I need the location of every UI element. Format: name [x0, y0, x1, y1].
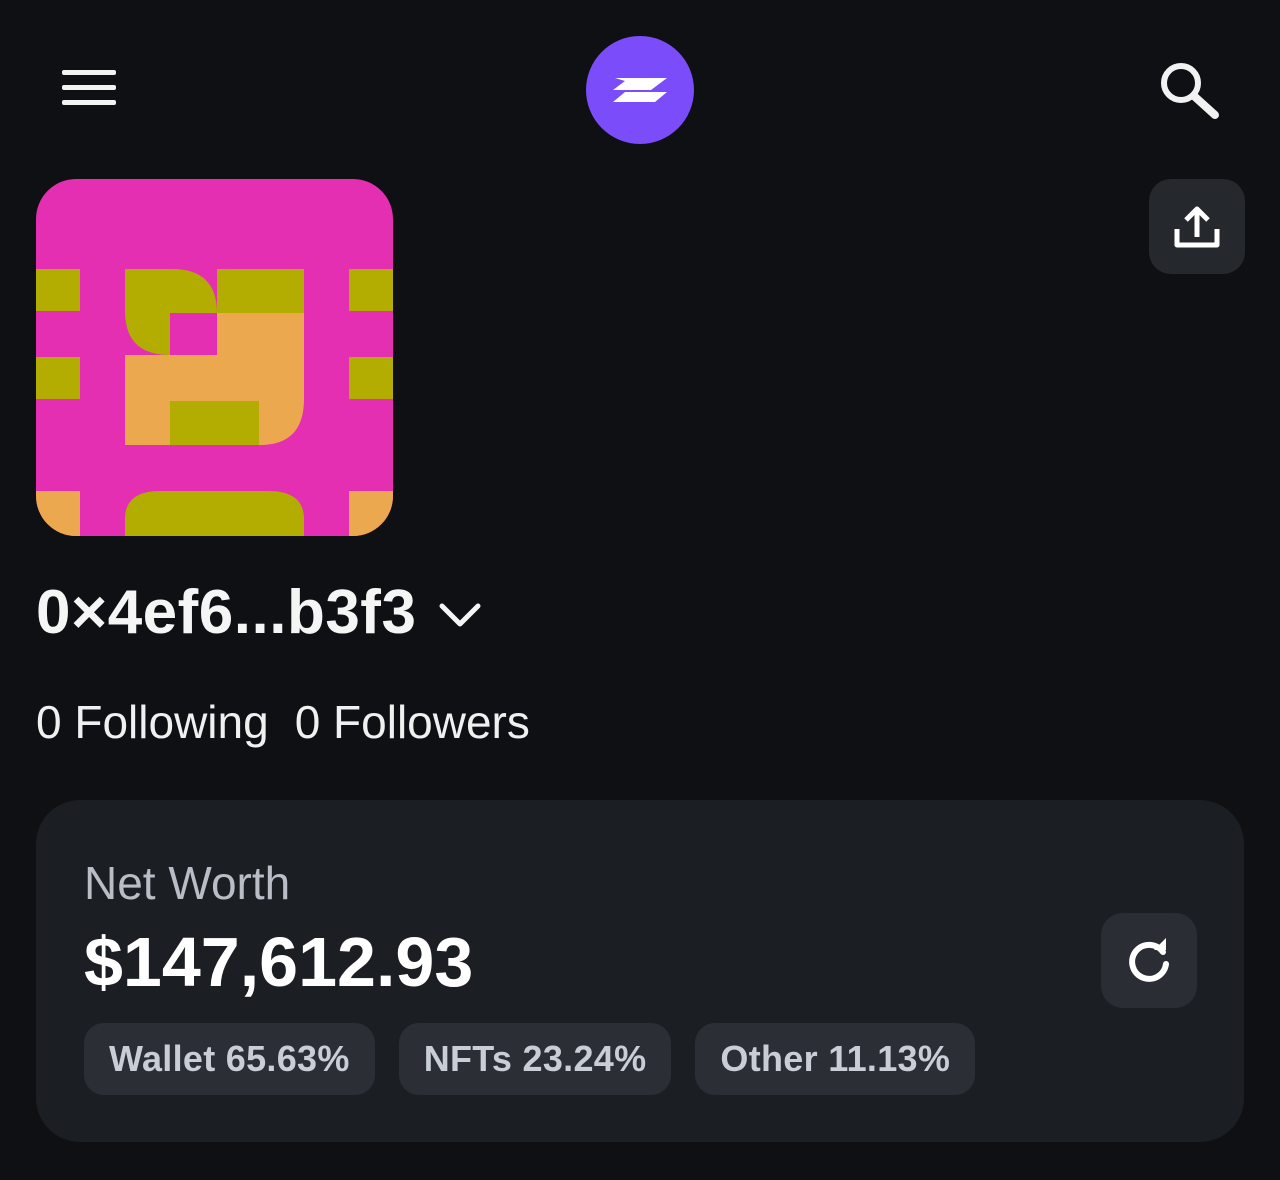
menu-icon[interactable] [58, 66, 120, 112]
chevron-down-icon [439, 603, 481, 627]
search-button[interactable] [1156, 58, 1222, 124]
profile-avatar [36, 179, 393, 536]
logo-icon [613, 78, 667, 102]
share-button[interactable] [1149, 179, 1245, 274]
breakdown-chip-wallet[interactable]: Wallet 65.63% [84, 1023, 375, 1095]
avatar-image [36, 179, 393, 536]
followers-count[interactable]: 0 Followers [295, 694, 530, 750]
refresh-button[interactable] [1101, 913, 1197, 1008]
net-worth-label: Net Worth [84, 857, 291, 909]
wallet-address-selector[interactable]: 0×4ef6...b3f3 [36, 575, 482, 651]
breakdown-chip-other[interactable]: Other 11.13% [695, 1023, 976, 1095]
search-icon [1161, 63, 1219, 119]
menu-bar [62, 100, 116, 105]
menu-bar [62, 70, 116, 75]
net-worth-breakdown: Wallet 65.63% NFTs 23.24% Other 11.13% [84, 1023, 999, 1095]
net-worth-value: $147,612.93 [84, 923, 474, 1001]
share-upload-icon [1174, 206, 1220, 247]
breakdown-chip-nfts[interactable]: NFTs 23.24% [398, 1023, 672, 1095]
following-count[interactable]: 0 Following [36, 694, 269, 750]
menu-bar [62, 85, 116, 90]
app-logo[interactable] [586, 36, 694, 144]
refresh-icon [1129, 937, 1169, 982]
net-worth-card: Net Worth $147,612.93 Wallet 65.63% NFTs… [36, 800, 1244, 1142]
follow-stats: 0 Following 0 Followers [36, 694, 556, 750]
profile-page: 0×4ef6...b3f3 0 Following 0 Followers Ne… [0, 0, 1280, 1180]
wallet-address: 0×4ef6...b3f3 [36, 578, 417, 647]
